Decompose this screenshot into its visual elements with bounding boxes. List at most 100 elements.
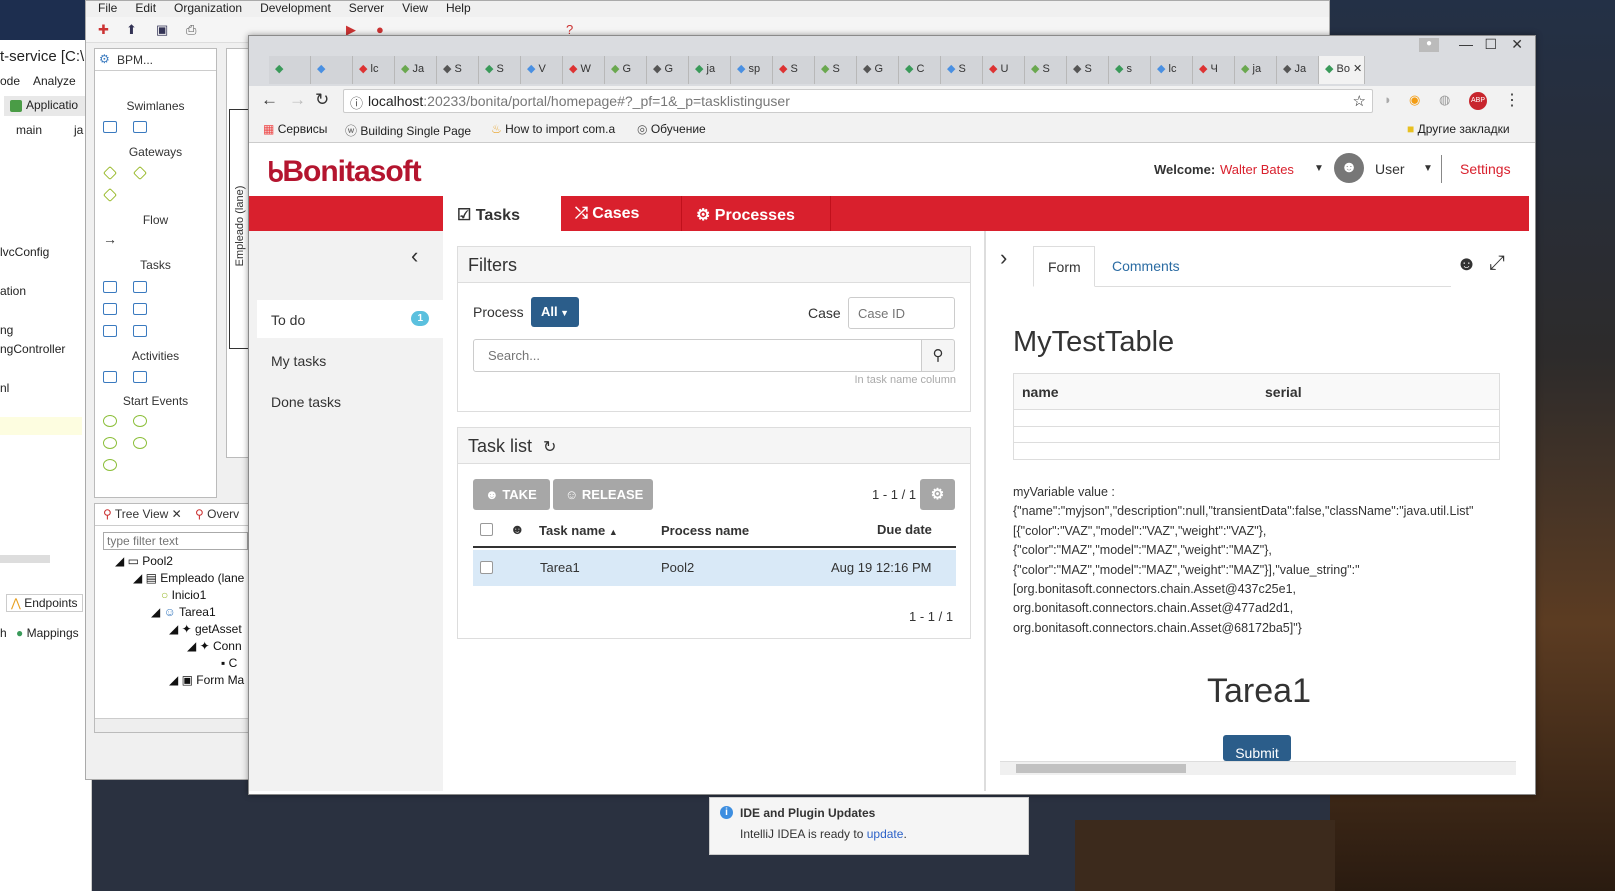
column-task-name[interactable]: Task name ▲ [539, 523, 618, 538]
tab-cases[interactable]: ⤮ Cases [561, 196, 681, 231]
lane-icon[interactable] [133, 121, 147, 133]
tab-comments[interactable]: Comments [1112, 258, 1180, 274]
close-icon[interactable]: ✕ [172, 507, 182, 521]
gateway-icon[interactable] [102, 165, 118, 181]
new-icon[interactable]: ✚ [98, 22, 109, 38]
user-caret-icon[interactable]: ▼ [1314, 163, 1324, 174]
url-field[interactable]: ⓘ localhost:20233/bonita/portal/homepage… [343, 89, 1373, 113]
save-icon[interactable]: ▣ [156, 22, 168, 38]
fullscreen-icon[interactable]: ⤢ [1489, 252, 1505, 275]
timer-start-icon[interactable] [103, 437, 117, 449]
run-config-selector[interactable]: Applicatio [4, 96, 89, 116]
expand-right-icon[interactable]: › [1000, 245, 1007, 271]
tab-tasks[interactable]: ☑ Tasks [443, 196, 561, 231]
horizontal-scrollbar[interactable] [1000, 761, 1516, 775]
tree-filter-input[interactable] [103, 532, 248, 550]
send-task-icon[interactable] [133, 303, 147, 315]
case-id-input[interactable] [848, 297, 955, 329]
table-row[interactable]: Tarea1 Pool2 Aug 19 12:16 PM [473, 550, 956, 586]
browser-tab[interactable]: ◆ Ч [1193, 56, 1235, 84]
tab-endpoints[interactable]: ⋀ Endpoints [6, 594, 83, 612]
avatar[interactable]: ☻ [1334, 153, 1364, 183]
close-tab-icon[interactable]: ✕ [1350, 63, 1362, 75]
menu-organization[interactable]: Organization [174, 1, 242, 15]
menu-help[interactable]: Help [446, 1, 471, 15]
browser-tab[interactable]: ◆ S [479, 56, 521, 84]
bookmark-spa[interactable]: ⓦ Building Single Page [345, 122, 471, 139]
update-link[interactable]: update [867, 827, 904, 841]
menu-file[interactable]: File [98, 1, 117, 15]
browser-tab[interactable]: ◆ sp [731, 56, 773, 84]
bookmark-other[interactable]: ■ Другие закладки [1407, 122, 1510, 136]
tab-processes[interactable]: ⚙ Processes [681, 196, 831, 231]
collapse-left-icon[interactable]: ‹ [411, 243, 418, 269]
maximize-icon[interactable]: ☐ [1484, 36, 1497, 53]
tree-node-lane[interactable]: ◢ ▤ Empleado (lane [133, 571, 244, 585]
browser-tab[interactable]: ◆ G [605, 56, 647, 84]
bonitasoft-logo[interactable]: ᑲBonitasoft [267, 155, 422, 189]
browser-tab[interactable]: ◆ U [983, 56, 1025, 84]
palette-tab[interactable]: ⚙ BPM... [95, 49, 216, 71]
flow-arrow-icon[interactable]: → [103, 231, 117, 247]
call-activity-icon[interactable] [103, 371, 117, 383]
tab-prefix[interactable]: h [0, 626, 7, 640]
browser-tab[interactable]: ◆ G [647, 56, 689, 84]
extension-icon[interactable]: ◗ [1384, 92, 1392, 107]
column-due-date[interactable]: Due date [877, 522, 932, 537]
reload-icon[interactable]: ↻ [315, 90, 329, 110]
browser-tab[interactable]: ◆ [311, 56, 353, 84]
release-button[interactable]: ☺ RELEASE [553, 479, 653, 510]
crumb-main[interactable]: main [16, 123, 42, 137]
ide-menu-analyze[interactable]: Analyze [33, 74, 76, 88]
menu-view[interactable]: View [402, 1, 428, 15]
tree-node-pool[interactable]: ◢ ▭ Pool2 [115, 554, 173, 568]
tree-node-form[interactable]: ◢ ▣ Form Ma [169, 673, 244, 687]
signal-start-icon[interactable] [133, 437, 147, 449]
service-task-icon[interactable] [103, 281, 117, 293]
rss-icon[interactable]: ◉ [1409, 92, 1420, 108]
print-icon[interactable]: ⎙ [186, 22, 196, 38]
receive-task-icon[interactable] [103, 325, 117, 337]
browser-tab[interactable]: ◆ S [437, 56, 479, 84]
open-icon[interactable]: ⬆ [126, 22, 137, 38]
profile-selector[interactable]: User [1375, 161, 1405, 177]
tab-tree-view[interactable]: ⚲ Tree View ✕ [99, 507, 186, 521]
tree-node-connector[interactable]: ◢ ✦ getAsset [169, 622, 242, 636]
script-task-icon[interactable] [103, 303, 117, 315]
abstract-task-icon[interactable] [133, 325, 147, 337]
menu-edit[interactable]: Edit [135, 1, 156, 15]
browser-tab[interactable]: ◆ W [563, 56, 605, 84]
back-icon[interactable]: ← [261, 90, 278, 110]
project-item[interactable]: nl [0, 381, 9, 395]
user-icon[interactable]: ☻ [1456, 253, 1477, 276]
menu-development[interactable]: Development [260, 1, 331, 15]
error-start-icon[interactable] [103, 459, 117, 471]
select-all-checkbox[interactable] [480, 523, 493, 536]
pool-icon[interactable] [103, 121, 117, 133]
refresh-icon[interactable]: ↻ [543, 439, 556, 456]
tree-node-connector-sub[interactable]: ◢ ✦ Conn [187, 639, 242, 653]
tree-node-start[interactable]: ○ Inicio1 [161, 588, 206, 602]
browser-tab[interactable]: ◆ ja [1235, 56, 1277, 84]
browser-tab[interactable]: ◆ [269, 56, 311, 84]
project-item[interactable]: ation [0, 284, 26, 298]
message-start-icon[interactable] [133, 415, 147, 427]
ide-menu-code[interactable]: ode [0, 74, 20, 88]
crumb-java[interactable]: ja [74, 123, 83, 137]
browser-tab[interactable]: ◆ S [773, 56, 815, 84]
profile-icon[interactable]: ● [1419, 38, 1439, 52]
tab-overview[interactable]: ⚲ Overv [195, 507, 239, 521]
row-checkbox[interactable] [480, 561, 493, 574]
browser-tab[interactable]: ◆ lc [1151, 56, 1193, 84]
project-item[interactable]: ngController [0, 342, 65, 356]
tab-mappings[interactable]: ● Mappings [16, 626, 79, 640]
browser-tab[interactable]: ◆ ja [689, 56, 731, 84]
tab-form[interactable]: Form [1033, 246, 1095, 287]
start-event-icon[interactable] [103, 415, 117, 427]
sidebar-item-my-tasks[interactable]: My tasks [257, 341, 443, 379]
minimize-icon[interactable]: — [1459, 36, 1473, 52]
submit-button[interactable]: Submit [1223, 735, 1291, 761]
project-item[interactable]: ng [0, 323, 13, 337]
bookmark-learning[interactable]: ◎ Обучение [637, 122, 706, 136]
search-input[interactable] [473, 339, 923, 372]
